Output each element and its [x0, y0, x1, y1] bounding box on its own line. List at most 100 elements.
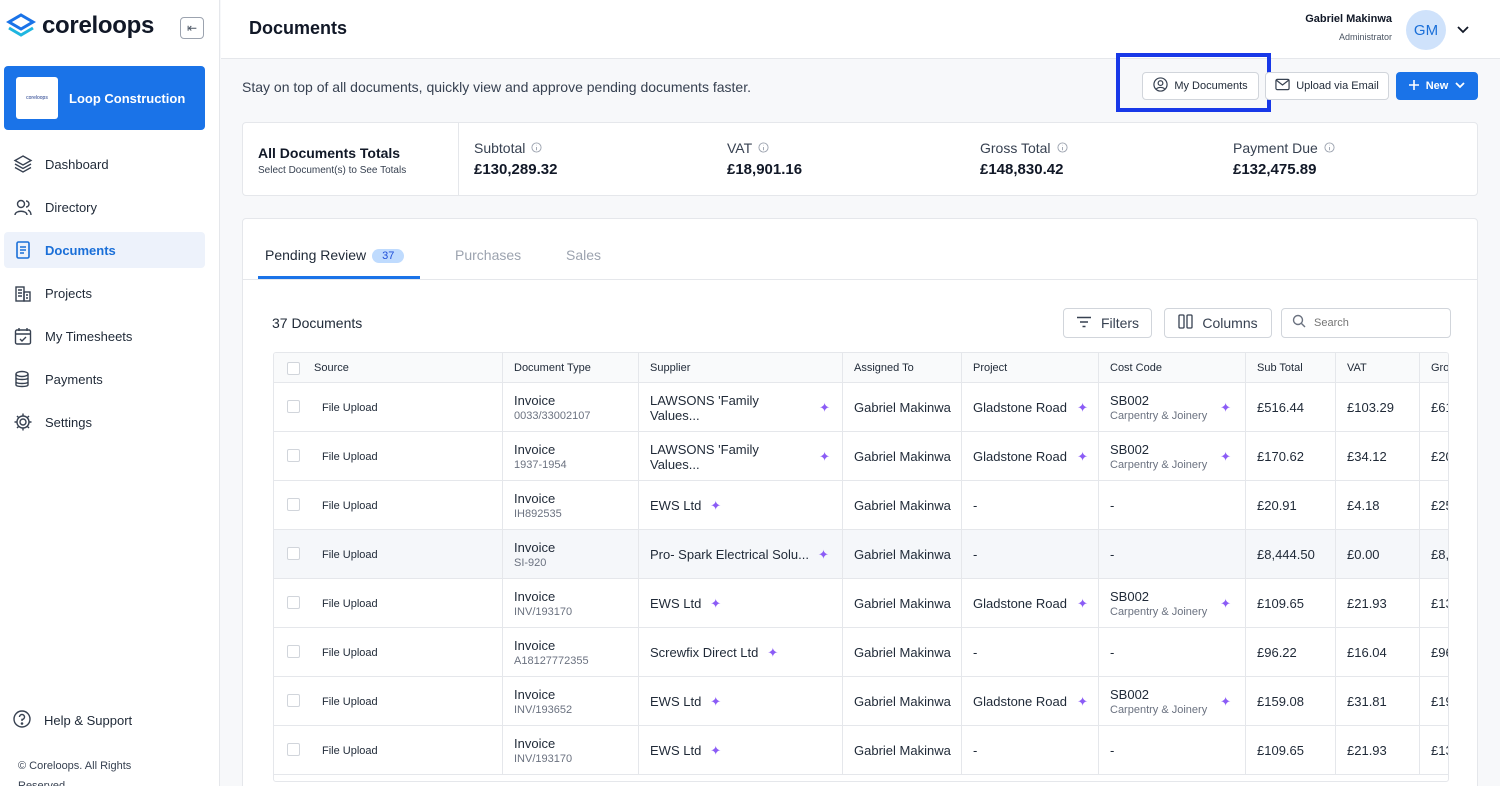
cost-code: SB002: [1110, 589, 1150, 604]
sub-total-cell: £20.91: [1246, 481, 1336, 530]
assigned-to-cell: Gabriel Makinwa: [843, 383, 962, 432]
info-icon[interactable]: [531, 140, 542, 156]
org-logo: coreloops: [16, 77, 58, 119]
ai-sparkle-icon[interactable]: ✦: [819, 400, 830, 416]
avatar[interactable]: GM: [1406, 10, 1446, 50]
ai-sparkle-icon[interactable]: ✦: [1077, 449, 1088, 465]
help-icon: [12, 709, 32, 732]
cost-code-cell: SB002 Carpentry & Joinery ✦: [1099, 432, 1246, 481]
coreloops-logo[interactable]: coreloops: [6, 12, 154, 40]
assigned-to: Gabriel Makinwa: [854, 547, 951, 562]
ai-sparkle-icon[interactable]: ✦: [710, 498, 721, 514]
ai-sparkle-icon[interactable]: ✦: [819, 449, 830, 465]
sidebar-item-my-timesheets[interactable]: My Timesheets: [4, 318, 205, 354]
cost-code-description: Carpentry & Joinery: [1110, 410, 1208, 422]
filters-button[interactable]: Filters: [1063, 308, 1152, 338]
collapse-sidebar-button[interactable]: ⇤: [180, 17, 204, 39]
sub-total: £170.62: [1257, 449, 1304, 464]
sub-total: £159.08: [1257, 694, 1304, 709]
column-header-assigned-to[interactable]: Assigned To: [843, 353, 962, 383]
project-name: Gladstone Road: [973, 449, 1067, 464]
tab-sales[interactable]: Sales: [566, 247, 601, 263]
new-button[interactable]: New: [1396, 72, 1478, 100]
column-header-vat[interactable]: VAT: [1336, 353, 1420, 383]
totals-subtitle: Select Document(s) to See Totals: [258, 165, 407, 176]
project-cell: Gladstone Road ✦: [962, 432, 1099, 481]
source-cell: File Upload: [274, 530, 503, 579]
ai-sparkle-icon[interactable]: ✦: [1220, 400, 1231, 416]
gross-total: £25.09: [1431, 498, 1448, 513]
column-header-gross-total[interactable]: Gross Total: [1420, 353, 1448, 383]
column-header-cost-code[interactable]: Cost Code: [1099, 353, 1246, 383]
stat-label: VAT: [727, 140, 753, 156]
table-row[interactable]: File Upload Invoice INV/193652 EWS Ltd ✦ Gabr…: [274, 677, 1448, 726]
supplier-name: EWS Ltd: [650, 498, 702, 513]
source-text: File Upload: [322, 597, 378, 610]
ai-sparkle-icon[interactable]: ✦: [1220, 449, 1231, 465]
info-icon[interactable]: [1057, 140, 1068, 156]
sidebar-item-label: Directory: [45, 199, 98, 215]
column-header-supplier[interactable]: Supplier: [639, 353, 843, 383]
ai-sparkle-icon[interactable]: ✦: [1220, 694, 1231, 710]
plus-icon: [1408, 79, 1420, 94]
sidebar-item-dashboard[interactable]: Dashboard: [4, 146, 205, 182]
column-header-project[interactable]: Project: [962, 353, 1099, 383]
sidebar-item-projects[interactable]: Projects: [4, 275, 205, 311]
search-box[interactable]: [1281, 308, 1451, 338]
tab-pending-review[interactable]: Pending Review 37: [265, 247, 405, 263]
source-cell: File Upload: [274, 579, 503, 628]
sidebar-item-directory[interactable]: Directory: [4, 189, 205, 225]
info-icon[interactable]: [758, 140, 769, 156]
my-documents-button[interactable]: My Documents: [1142, 72, 1259, 100]
sidebar-item-documents[interactable]: Documents: [4, 232, 205, 268]
help-support-link[interactable]: Help & Support: [12, 709, 132, 732]
gross-total: £96.22: [1431, 645, 1448, 660]
table-row[interactable]: File Upload Invoice SI-920 Pro- Spark Elect…: [274, 530, 1448, 579]
table-row[interactable]: File Upload Invoice IH892535 EWS Ltd ✦ Gabrie…: [274, 481, 1448, 530]
help-label: Help & Support: [44, 713, 133, 728]
sidebar-item-settings[interactable]: Settings: [4, 404, 205, 440]
gross-total-cell: £25.09: [1420, 481, 1448, 530]
gear-icon: [12, 411, 34, 433]
ai-sparkle-icon[interactable]: ✦: [710, 596, 721, 612]
column-header-source[interactable]: Source: [274, 353, 503, 383]
table-row[interactable]: File Upload Invoice INV/193170 EWS Ltd ✦ Gabr…: [274, 579, 1448, 628]
column-header-sub-total[interactable]: Sub Total: [1246, 353, 1336, 383]
vat-cell: £103.29: [1336, 383, 1420, 432]
ai-sparkle-icon[interactable]: ✦: [1077, 596, 1088, 612]
document-type-cell: Invoice INV/193170: [503, 726, 639, 775]
source-text: File Upload: [322, 548, 378, 561]
ai-sparkle-icon[interactable]: ✦: [710, 743, 721, 759]
cost-code-description: Carpentry & Joinery: [1110, 459, 1208, 471]
table-row[interactable]: File Upload Invoice 0033/33002107 LAWSONS '…: [274, 383, 1448, 432]
sub-total: £20.91: [1257, 498, 1297, 513]
tab-purchases[interactable]: Purchases: [455, 247, 521, 263]
upload-via-email-button[interactable]: Upload via Email: [1265, 72, 1389, 100]
assigned-to: Gabriel Makinwa: [854, 400, 951, 415]
ai-sparkle-icon[interactable]: ✦: [710, 694, 721, 710]
ai-sparkle-icon[interactable]: ✦: [1220, 596, 1231, 612]
ai-sparkle-icon[interactable]: ✦: [1077, 694, 1088, 710]
organization-card[interactable]: coreloops Loop Construction: [4, 66, 205, 130]
info-icon[interactable]: [1324, 140, 1335, 156]
document-type: Invoice: [514, 393, 556, 408]
table-row[interactable]: File Upload Invoice 1937-1954 LAWSONS 'Fami…: [274, 432, 1448, 481]
sidebar-item-label: Dashboard: [45, 156, 109, 172]
search-input[interactable]: [1314, 317, 1444, 329]
sidebar-item-payments[interactable]: Payments: [4, 361, 205, 397]
sidebar-nav: Dashboard Directory Documents Projects M…: [4, 146, 205, 447]
chevron-down-icon[interactable]: [1456, 22, 1470, 41]
ai-sparkle-icon[interactable]: ✦: [818, 547, 829, 563]
ai-sparkle-icon[interactable]: ✦: [1077, 400, 1088, 416]
columns-button[interactable]: Columns: [1164, 308, 1272, 338]
vat-cell: £16.04: [1336, 628, 1420, 677]
supplier-cell: Pro- Spark Electrical Solu... ✦: [639, 530, 843, 579]
column-header-document-type[interactable]: Document Type: [503, 353, 639, 383]
assigned-to-cell: Gabriel Makinwa: [843, 628, 962, 677]
table-row[interactable]: File Upload Invoice A18127772355 Screwfix D…: [274, 628, 1448, 677]
cost-code: -: [1110, 547, 1115, 562]
gross-total-cell: £131.58: [1420, 579, 1448, 628]
table-row[interactable]: File Upload Invoice INV/193170 EWS Ltd ✦ Gabr…: [274, 726, 1448, 775]
gross-total-cell: £190.89: [1420, 677, 1448, 726]
ai-sparkle-icon[interactable]: ✦: [767, 645, 778, 661]
